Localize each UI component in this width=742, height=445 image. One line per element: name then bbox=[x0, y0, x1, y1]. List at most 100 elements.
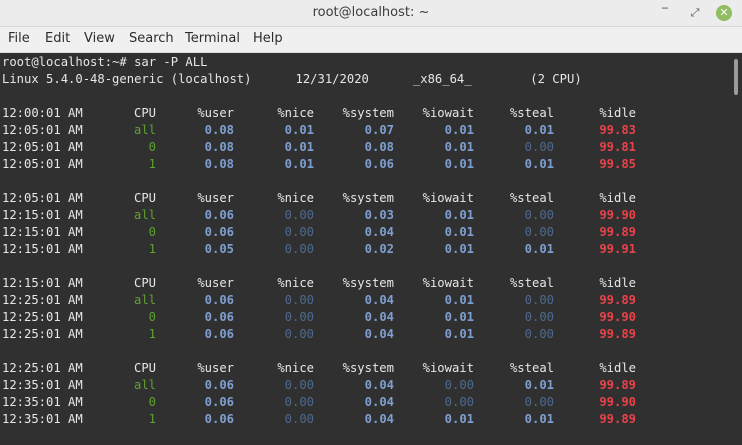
row-system: 0.07 bbox=[364, 123, 394, 137]
menu-bar: File Edit View Search Terminal Help bbox=[0, 27, 742, 53]
row-cpu: all bbox=[133, 208, 156, 222]
row-steal: 0.00 bbox=[524, 140, 554, 154]
row-idle: 99.90 bbox=[599, 395, 636, 409]
row-nice: 0.00 bbox=[284, 378, 314, 392]
row-idle: 99.81 bbox=[599, 140, 636, 154]
row-iowait: 0.01 bbox=[444, 293, 474, 307]
header-steal: %steal bbox=[509, 361, 554, 375]
header-system: %system bbox=[342, 276, 394, 290]
window-title: root@localhost: ~ bbox=[312, 5, 430, 20]
menu-view[interactable]: View bbox=[84, 31, 115, 46]
row-nice: 0.00 bbox=[284, 208, 314, 222]
row-steal: 0.00 bbox=[524, 327, 554, 341]
row-user: 0.08 bbox=[204, 123, 234, 137]
row-nice: 0.01 bbox=[284, 140, 314, 154]
close-icon[interactable]: ✕ bbox=[716, 5, 732, 21]
row-iowait: 0.01 bbox=[444, 242, 474, 256]
scrollbar[interactable] bbox=[730, 53, 742, 445]
row-system: 0.04 bbox=[364, 225, 394, 239]
row-nice: 0.00 bbox=[284, 310, 314, 324]
row-nice: 0.00 bbox=[284, 242, 314, 256]
row-steal: 0.01 bbox=[524, 242, 554, 256]
header-idle: %idle bbox=[599, 191, 636, 205]
sar-data-row: 12:15:01 AM all 0.06 0.00 0.03 0.01 0.00 99.90 bbox=[2, 207, 702, 224]
sar-header-row: 12:00:01 AM CPU %user %nice %system %iowait %s… bbox=[2, 105, 702, 122]
row-idle: 99.90 bbox=[599, 310, 636, 324]
row-user: 0.06 bbox=[204, 293, 234, 307]
menu-search[interactable]: Search bbox=[129, 31, 174, 46]
row-time: 12:25:01 AM bbox=[2, 310, 83, 324]
row-nice: 0.01 bbox=[284, 157, 314, 171]
row-time: 12:15:01 AM bbox=[2, 242, 83, 256]
header-cpu: CPU bbox=[133, 276, 156, 290]
row-cpu: 0 bbox=[148, 395, 156, 409]
row-system: 0.04 bbox=[364, 310, 394, 324]
sar-data-row: 12:35:01 AM all 0.06 0.00 0.04 0.00 0.01 99.89 bbox=[2, 377, 702, 394]
row-cpu: 0 bbox=[148, 225, 156, 239]
row-steal: 0.00 bbox=[524, 293, 554, 307]
header-idle: %idle bbox=[599, 106, 636, 120]
minimize-icon[interactable]: ‾ bbox=[657, 5, 673, 21]
row-iowait: 0.01 bbox=[444, 157, 474, 171]
row-user: 0.06 bbox=[204, 327, 234, 341]
header-iowait: %iowait bbox=[422, 276, 474, 290]
row-iowait: 0.01 bbox=[444, 123, 474, 137]
menu-terminal[interactable]: Terminal bbox=[185, 31, 240, 46]
row-time: 12:15:01 AM bbox=[2, 225, 83, 239]
terminal-window: root@localhost: ~ ‾ ⤢ ✕ File Edit View S… bbox=[0, 0, 742, 445]
row-iowait: 0.01 bbox=[444, 208, 474, 222]
row-time: 12:25:01 AM bbox=[2, 327, 83, 341]
header-nice: %nice bbox=[277, 361, 314, 375]
sar-data-row: 12:25:01 AM all 0.06 0.00 0.04 0.01 0.00 99.89 bbox=[2, 292, 702, 309]
title-bar[interactable]: root@localhost: ~ ‾ ⤢ ✕ bbox=[0, 0, 742, 27]
row-nice: 0.01 bbox=[284, 123, 314, 137]
row-nice: 0.00 bbox=[284, 327, 314, 341]
header-cpu: CPU bbox=[133, 191, 156, 205]
row-cpu: 1 bbox=[148, 242, 156, 256]
row-nice: 0.00 bbox=[284, 293, 314, 307]
row-time: 12:05:01 AM bbox=[2, 157, 83, 171]
menu-edit[interactable]: Edit bbox=[45, 31, 70, 46]
row-idle: 99.89 bbox=[599, 378, 636, 392]
maximize-icon[interactable]: ⤢ bbox=[687, 5, 703, 21]
row-user: 0.06 bbox=[204, 225, 234, 239]
sar-data-row: 12:35:01 AM 1 0.06 0.00 0.04 0.01 0.01 99.89 bbox=[2, 411, 702, 428]
row-cpu: 1 bbox=[148, 412, 156, 426]
sar-data-row: 12:15:01 AM 0 0.06 0.00 0.04 0.01 0.00 99.89 bbox=[2, 224, 702, 241]
scrollbar-thumb[interactable] bbox=[734, 59, 738, 95]
header-user: %user bbox=[197, 106, 234, 120]
sar-header-row: 12:25:01 AM CPU %user %nice %system %iowait %s… bbox=[2, 360, 702, 377]
menu-help[interactable]: Help bbox=[253, 31, 283, 46]
row-time: 12:35:01 AM bbox=[2, 378, 83, 392]
row-cpu: 0 bbox=[148, 140, 156, 154]
row-iowait: 0.00 bbox=[444, 395, 474, 409]
row-iowait: 0.01 bbox=[444, 140, 474, 154]
row-cpu: all bbox=[133, 123, 156, 137]
header-time: 12:25:01 AM bbox=[2, 361, 83, 375]
header-idle: %idle bbox=[599, 361, 636, 375]
header-steal: %steal bbox=[509, 106, 554, 120]
row-steal: 0.01 bbox=[524, 412, 554, 426]
header-steal: %steal bbox=[509, 191, 554, 205]
row-system: 0.04 bbox=[364, 412, 394, 426]
sar-data-row: 12:25:01 AM 1 0.06 0.00 0.04 0.01 0.00 99.89 bbox=[2, 326, 702, 343]
row-time: 12:25:01 AM bbox=[2, 293, 83, 307]
row-idle: 99.89 bbox=[599, 412, 636, 426]
row-nice: 0.00 bbox=[284, 395, 314, 409]
row-nice: 0.00 bbox=[284, 412, 314, 426]
row-user: 0.06 bbox=[204, 378, 234, 392]
row-steal: 0.00 bbox=[524, 225, 554, 239]
row-steal: 0.01 bbox=[524, 157, 554, 171]
header-time: 12:15:01 AM bbox=[2, 276, 83, 290]
header-system: %system bbox=[342, 106, 394, 120]
row-steal: 0.00 bbox=[524, 310, 554, 324]
sar-data-row: 12:35:01 AM 0 0.06 0.00 0.04 0.00 0.00 99.90 bbox=[2, 394, 702, 411]
row-time: 12:05:01 AM bbox=[2, 123, 83, 137]
row-cpu: 1 bbox=[148, 157, 156, 171]
terminal-output[interactable]: root@localhost:~# sar -P ALL Linux 5.4.0… bbox=[0, 53, 730, 445]
row-user: 0.05 bbox=[204, 242, 234, 256]
menu-file[interactable]: File bbox=[8, 31, 30, 46]
row-user: 0.06 bbox=[204, 310, 234, 324]
row-iowait: 0.01 bbox=[444, 310, 474, 324]
row-steal: 0.01 bbox=[524, 123, 554, 137]
